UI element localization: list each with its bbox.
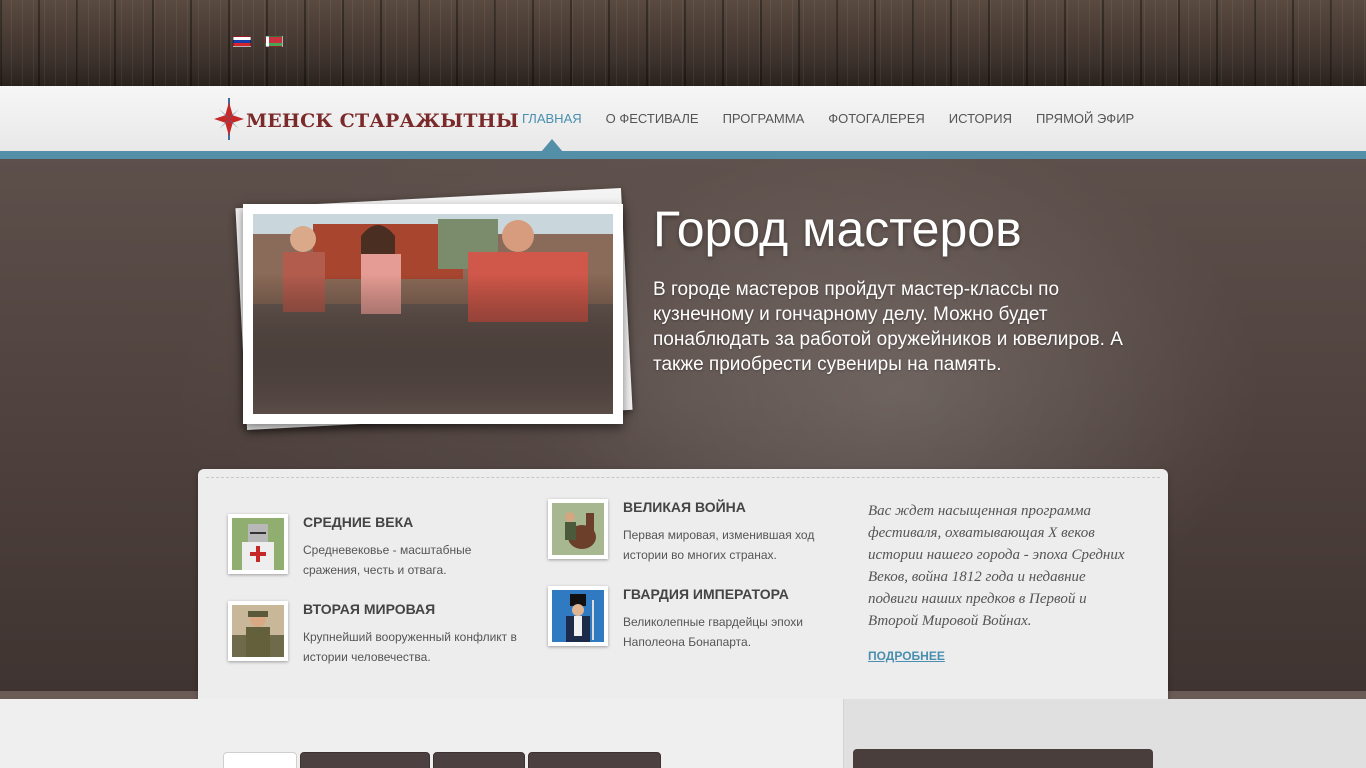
nav-item-history[interactable]: История <box>937 108 1024 129</box>
hero-description: В городе мастеров пройдут мастер-классы … <box>653 279 1123 375</box>
feature-title: Великая война <box>623 499 746 515</box>
language-by-flag-icon[interactable] <box>265 36 283 47</box>
program-description: Вас ждет насыщенная программа фестиваля,… <box>868 503 1125 629</box>
cavalry-icon <box>552 503 604 555</box>
site-logo[interactable]: Менск Старажытны <box>212 96 519 142</box>
logo-star-icon <box>212 96 246 142</box>
feature-text: Первая мировая, изменившая ход истории в… <box>623 528 815 562</box>
language-ru-flag-icon[interactable] <box>233 36 251 47</box>
tab-3[interactable] <box>433 752 525 768</box>
tab-2[interactable] <box>300 752 430 768</box>
knight-thumbnail[interactable] <box>228 514 288 574</box>
feature-text: Средневековье - масштабные сражения, чес… <box>303 543 472 577</box>
logo-text: Менск Старажытны <box>246 110 519 132</box>
nav-item-program[interactable]: Программа <box>711 108 817 129</box>
feature-title: Вторая мировая <box>303 601 436 617</box>
feature-text: Крупнейший вооруженный конфликт в истори… <box>303 630 517 664</box>
hero-title: Город мастеров <box>653 201 1022 257</box>
hero-photo-image <box>253 214 613 414</box>
knight-icon <box>232 518 284 570</box>
feature-text: Великолепные гвардейцы эпохи Наполеона Б… <box>623 615 803 649</box>
more-link[interactable]: ПОДРОБНЕЕ <box>868 649 945 663</box>
nav-item-gallery[interactable]: Фотогалерея <box>816 108 937 129</box>
nav-item-about[interactable]: О фестивале <box>594 108 711 129</box>
nav-item-home[interactable]: Главная <box>510 108 594 129</box>
tab-4[interactable] <box>528 752 661 768</box>
soldier-thumbnail[interactable] <box>228 601 288 661</box>
top-bar <box>0 0 1366 86</box>
hero-photo[interactable] <box>243 204 623 424</box>
feature-title: Гвардия императора <box>623 586 789 602</box>
active-nav-indicator <box>541 139 563 152</box>
guard-icon <box>552 590 604 642</box>
feature-title: Средние века <box>303 514 414 530</box>
header-accent-line <box>0 151 1366 159</box>
tab-1[interactable] <box>223 752 297 768</box>
content-tabs <box>223 752 661 768</box>
sidebar-widget-header <box>853 749 1153 768</box>
soldier-icon <box>232 605 284 657</box>
guard-thumbnail[interactable] <box>548 586 608 646</box>
main-nav: Главная О фестивале Программа Фотогалере… <box>510 108 1146 129</box>
cavalry-thumbnail[interactable] <box>548 499 608 559</box>
nav-item-live[interactable]: Прямой эфир <box>1024 108 1146 129</box>
